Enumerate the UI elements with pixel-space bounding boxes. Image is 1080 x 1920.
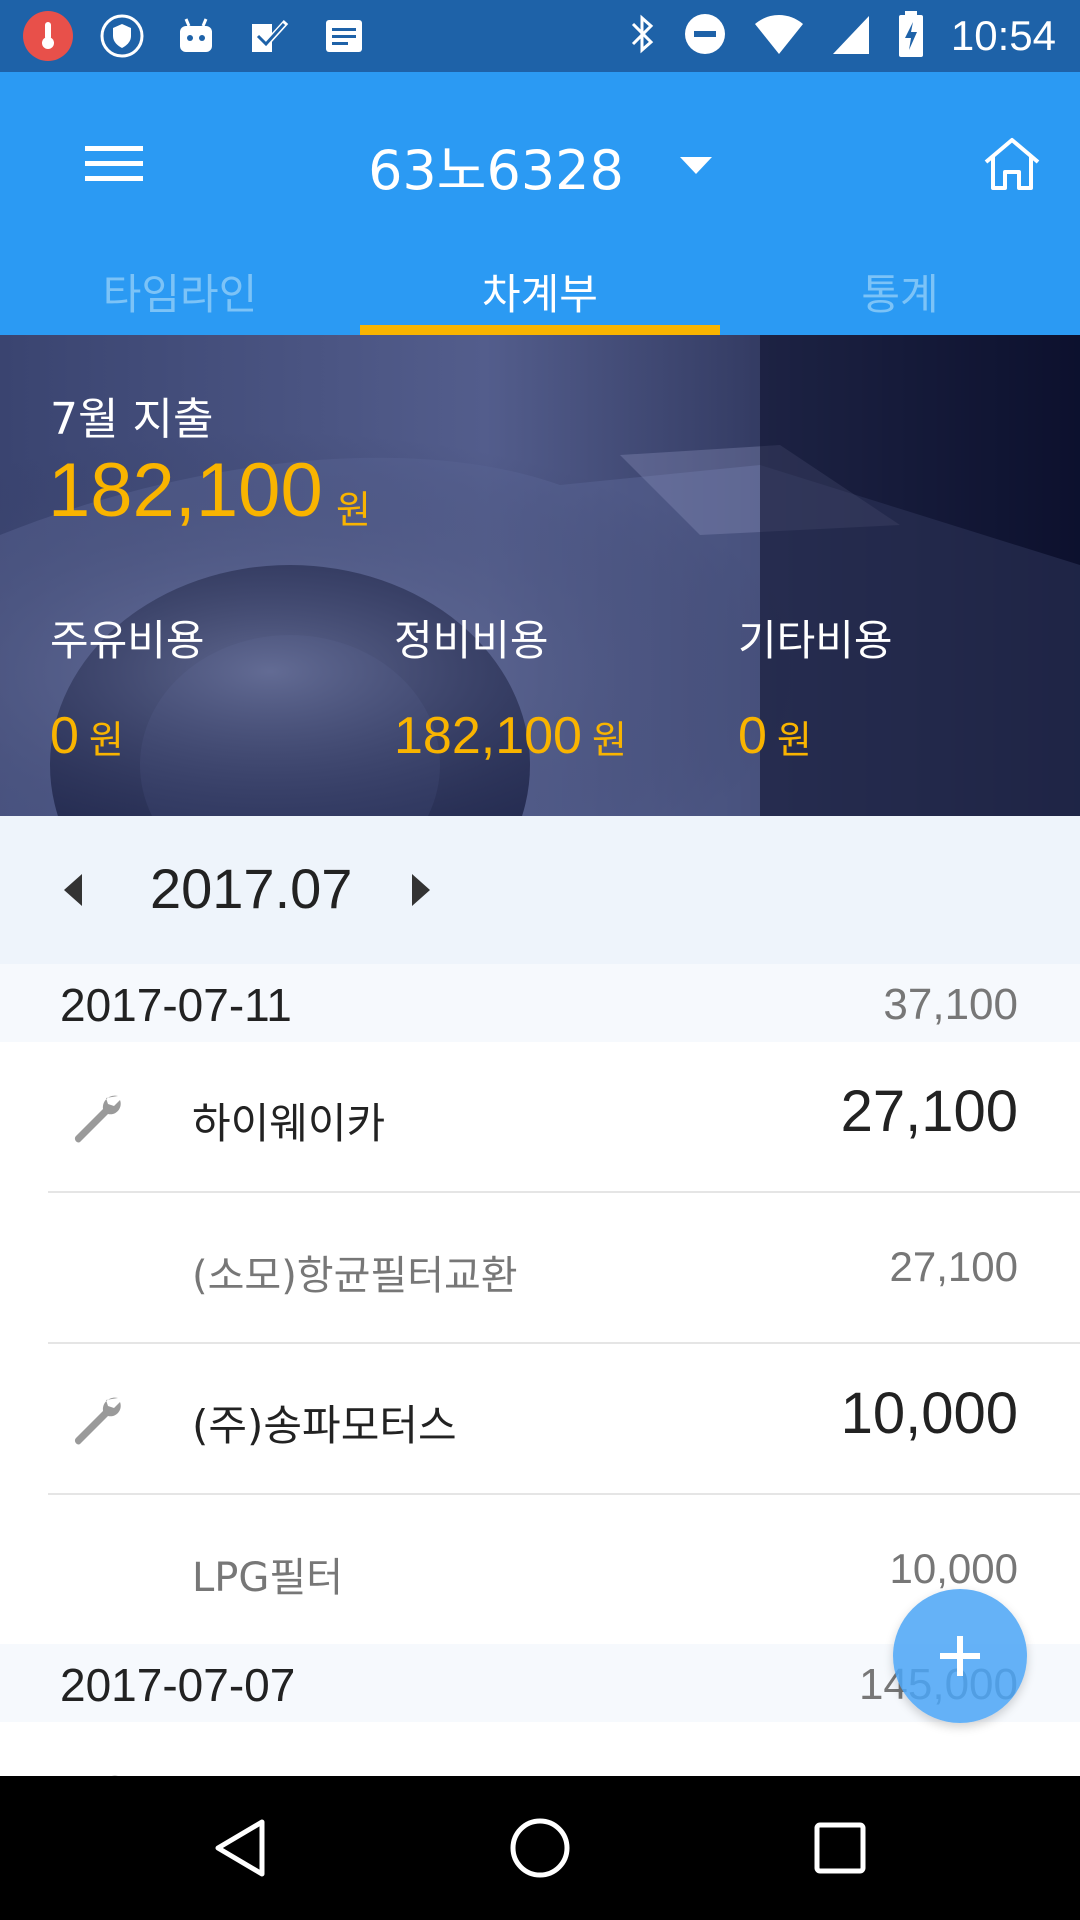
previous-month-icon[interactable] bbox=[64, 874, 82, 906]
car-selector[interactable]: 63노6328 bbox=[0, 120, 1080, 210]
day-date: 2017-07-07 bbox=[60, 1659, 296, 1711]
month-expense-label: 7월 지출 bbox=[50, 394, 214, 445]
current-month[interactable]: 2017.07 bbox=[150, 856, 352, 921]
item-amount: 27,100 bbox=[889, 1243, 1018, 1290]
tab-statistics[interactable]: 통계 bbox=[720, 247, 1080, 335]
shop-name: 하이웨이카 bbox=[192, 1099, 386, 1148]
home-icon bbox=[984, 138, 1040, 190]
expense-summary: 7월 지출 182,100 원 주유비용 0원 정비비용 182,100 원 기타… bbox=[0, 335, 1080, 816]
signal-icon bbox=[831, 12, 871, 60]
shop-amount: 10,000 bbox=[840, 1381, 1018, 1446]
tab-expense-book[interactable]: 차계부 bbox=[360, 247, 720, 335]
item-row[interactable]: (소모)항균필터교환 27,100 bbox=[0, 1193, 1080, 1344]
thermometer-icon bbox=[22, 10, 74, 62]
home-nav-button[interactable] bbox=[498, 1806, 582, 1890]
other-cost-value: 0원 bbox=[738, 706, 893, 766]
other-cost-summary: 기타비용 0원 bbox=[738, 607, 893, 766]
dropdown-caret-icon bbox=[679, 156, 712, 174]
wifi-icon bbox=[753, 12, 805, 60]
bluetooth-icon bbox=[627, 12, 657, 60]
dnd-icon bbox=[683, 12, 727, 60]
status-system-icons: 10:54 bbox=[627, 0, 1056, 72]
month-expense-unit: 원 bbox=[336, 488, 371, 532]
fuel-cost-label: 주유비용 bbox=[50, 616, 205, 665]
android-icon bbox=[170, 10, 222, 62]
system-navigation-bar bbox=[0, 1776, 1080, 1920]
fuel-cost-amount: 0 bbox=[50, 707, 79, 765]
month-expense-total: 182,100 bbox=[48, 448, 323, 533]
recents-icon bbox=[814, 1822, 866, 1874]
other-cost-unit: 원 bbox=[776, 718, 812, 762]
home-button[interactable] bbox=[972, 124, 1052, 204]
message-icon bbox=[318, 10, 370, 62]
month-selector: 2017.07 bbox=[0, 816, 1080, 964]
status-bar: 10:54 bbox=[0, 0, 1080, 72]
maintenance-cost-summary: 정비비용 182,100 원 bbox=[394, 607, 627, 766]
maintenance-cost-unit: 원 bbox=[591, 718, 627, 762]
status-time: 10:54 bbox=[950, 12, 1056, 59]
fuel-cost-value: 0원 bbox=[50, 706, 205, 766]
back-icon bbox=[215, 1819, 265, 1877]
car-title: 63노6328 bbox=[368, 138, 624, 202]
item-name: (소모)항균필터교환 bbox=[192, 1253, 518, 1299]
back-button[interactable] bbox=[198, 1806, 282, 1890]
home-circle-icon bbox=[510, 1818, 570, 1878]
day-header: 2017-07-11 37,100 bbox=[0, 964, 1080, 1042]
recents-button[interactable] bbox=[798, 1806, 882, 1890]
maintenance-cost-amount: 182,100 bbox=[394, 707, 582, 765]
status-notification-icons bbox=[22, 10, 370, 62]
shop-name: (주)송파모터스 bbox=[192, 1401, 457, 1450]
item-name: LPG필터 bbox=[192, 1555, 344, 1601]
plus-icon bbox=[940, 1636, 980, 1676]
shield-icon bbox=[96, 10, 148, 62]
wrench-icon bbox=[74, 1095, 121, 1143]
app-bar: 63노6328 타임라인 차계부 통계 bbox=[0, 72, 1080, 335]
check-icon bbox=[244, 10, 296, 62]
add-expense-button[interactable] bbox=[893, 1589, 1027, 1723]
shop-row[interactable]: 하이웨이카 27,100 bbox=[0, 1042, 1080, 1193]
maintenance-cost-label: 정비비용 bbox=[394, 616, 549, 665]
tab-bar: 타임라인 차계부 통계 bbox=[0, 247, 1080, 335]
wrench-icon bbox=[74, 1397, 121, 1445]
shop-amount: 27,100 bbox=[840, 1079, 1018, 1144]
other-cost-label: 기타비용 bbox=[738, 616, 893, 665]
tab-timeline[interactable]: 타임라인 bbox=[0, 247, 360, 335]
other-cost-amount: 0 bbox=[738, 707, 767, 765]
fuel-cost-summary: 주유비용 0원 bbox=[50, 607, 205, 766]
shop-row[interactable]: (주)송파모터스 10,000 bbox=[0, 1344, 1080, 1495]
day-total: 37,100 bbox=[883, 980, 1018, 1029]
shop-row[interactable] bbox=[0, 1722, 1080, 1776]
fuel-cost-unit: 원 bbox=[88, 718, 124, 762]
item-amount: 10,000 bbox=[889, 1545, 1018, 1592]
maintenance-cost-value: 182,100 원 bbox=[394, 706, 627, 766]
day-date: 2017-07-11 bbox=[60, 979, 292, 1031]
battery-charging-icon bbox=[897, 10, 925, 62]
next-month-icon[interactable] bbox=[412, 874, 430, 906]
